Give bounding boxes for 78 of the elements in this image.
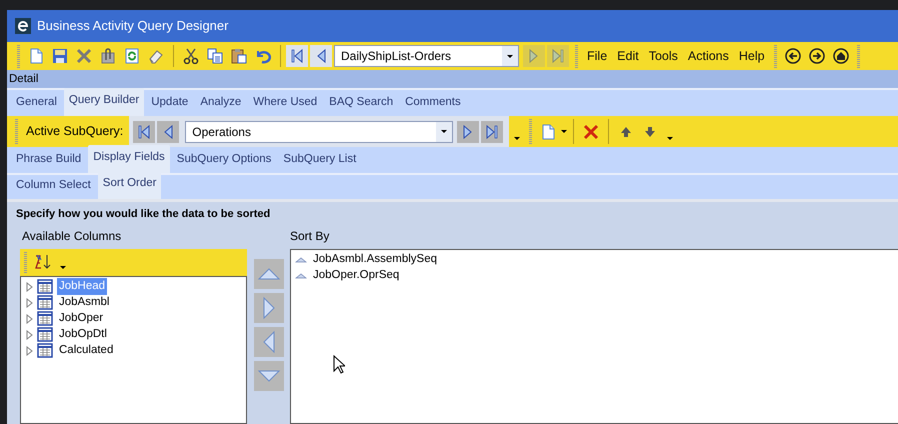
- first-record-button[interactable]: [286, 45, 308, 67]
- first-subquery-icon: [136, 124, 152, 140]
- delete-icon: [76, 48, 92, 64]
- first-subquery-button[interactable]: [133, 120, 156, 142]
- tab[interactable]: Query Builder: [64, 88, 144, 116]
- menu-item[interactable]: Actions: [682, 46, 734, 66]
- delete-subquery-icon: [583, 124, 600, 140]
- back-icon: [784, 48, 801, 64]
- new-subquery-icon: [540, 124, 556, 140]
- table-icon: [37, 343, 53, 358]
- first-record-icon: [289, 48, 305, 64]
- menu-item[interactable]: Tools: [644, 46, 683, 66]
- section-label: Detail: [7, 70, 898, 88]
- tab[interactable]: Column Select: [11, 172, 96, 199]
- tab[interactable]: Update: [146, 90, 194, 116]
- clear-icon: [148, 48, 164, 64]
- overflow-caret-icon: [666, 136, 674, 141]
- table-icon: [37, 311, 53, 326]
- last-subquery-button[interactable]: [481, 120, 504, 142]
- move-down-icon: [257, 368, 281, 384]
- tree-item[interactable]: JobOper: [57, 310, 106, 328]
- app-logo-icon: [15, 18, 31, 34]
- available-columns-label: Available Columns: [21, 228, 122, 244]
- cut-icon: [183, 48, 199, 64]
- table-icon: [37, 279, 53, 294]
- tab[interactable]: General: [11, 90, 62, 116]
- mouse-cursor-icon: [333, 355, 345, 374]
- combo-value: DailyShipList-Orders: [341, 48, 452, 65]
- tab[interactable]: Display Fields: [88, 144, 170, 173]
- subquery-combo[interactable]: Operations: [185, 120, 454, 142]
- sort-ascending-icon: [295, 256, 307, 262]
- previous-subquery-button[interactable]: [157, 120, 180, 142]
- combo-value: Operations: [192, 124, 251, 140]
- tree-item[interactable]: Calculated: [57, 342, 116, 360]
- last-subquery-icon: [484, 124, 500, 140]
- tab[interactable]: Comments: [400, 90, 466, 116]
- move-up-icon: [257, 266, 281, 282]
- tab[interactable]: Phrase Build: [11, 146, 86, 173]
- record-combo[interactable]: DailyShipList-Orders: [334, 45, 519, 67]
- sort-icon: [35, 254, 51, 270]
- tab[interactable]: Analyze: [195, 90, 246, 116]
- dropdown-caret-icon: [440, 129, 448, 134]
- tab[interactable]: SubQuery Options: [172, 146, 276, 173]
- next-subquery-button[interactable]: [457, 120, 480, 142]
- tab[interactable]: Sort Order: [98, 170, 162, 199]
- menu-item[interactable]: Help: [734, 46, 770, 66]
- copy-icon: [207, 48, 223, 64]
- sort-ascending-icon: [295, 272, 307, 278]
- table-icon: [37, 327, 53, 342]
- tree-item[interactable]: JobAsmbl: [57, 294, 112, 312]
- undo-icon: [255, 48, 271, 64]
- menu-item[interactable]: Edit: [612, 46, 644, 66]
- previous-record-button[interactable]: [310, 45, 332, 67]
- overflow-caret-icon: [513, 136, 522, 141]
- tab[interactable]: BAQ Search: [324, 90, 398, 116]
- dropdown-caret-icon: [506, 54, 514, 58]
- instruction-text: Specify how you would like the data to be sorted: [15, 207, 272, 222]
- forward-icon: [808, 48, 825, 64]
- new-icon: [28, 48, 44, 64]
- menu-item[interactable]: File: [582, 46, 612, 66]
- paste-icon: [231, 48, 247, 64]
- remove-icon: [261, 330, 277, 354]
- dropdown-caret-icon: [560, 129, 568, 134]
- add-icon: [261, 296, 277, 320]
- last-record-icon: [550, 48, 566, 64]
- table-icon: [37, 295, 53, 310]
- subquery-label: Active SubQuery:: [25, 123, 124, 140]
- tree-item[interactable]: JobOpDtl: [57, 326, 109, 344]
- sort-item[interactable]: JobOper.OprSeq: [311, 266, 402, 284]
- window-title: Business Activity Query Designer: [37, 17, 228, 36]
- save-icon: [52, 48, 68, 64]
- tab[interactable]: SubQuery List: [278, 146, 362, 173]
- home-icon: [832, 48, 849, 64]
- sort-item[interactable]: JobAsmbl.AssemblySeq: [311, 250, 439, 268]
- sort-by-label: Sort By: [290, 228, 330, 244]
- dropdown-caret-icon: [59, 264, 67, 270]
- tab[interactable]: Where Used: [248, 90, 322, 116]
- refresh-icon: [124, 48, 140, 64]
